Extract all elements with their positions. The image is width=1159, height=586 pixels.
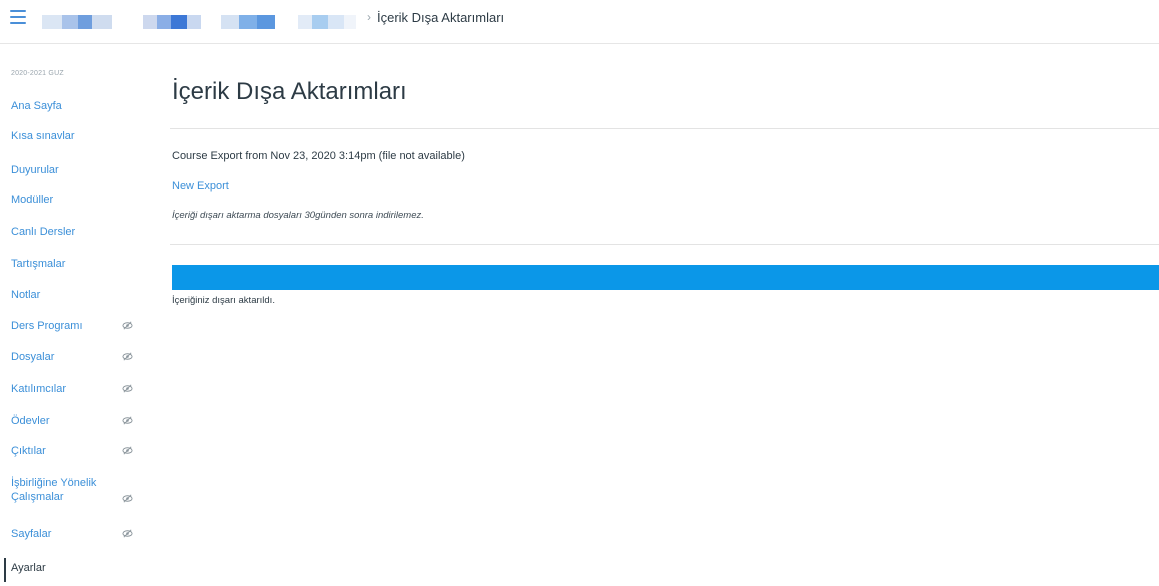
sidebar-item[interactable]: Katılımcılar [11, 382, 66, 396]
breadcrumb-course-link[interactable] [221, 15, 275, 29]
export-complete-message: İçeriğiniz dışarı aktarıldı. [172, 295, 275, 306]
sidebar-item[interactable]: Dosyalar [11, 350, 54, 364]
breadcrumb-current: İçerik Dışa Aktarımları [377, 10, 505, 25]
eye-slash-icon [122, 383, 133, 394]
divider [170, 128, 1159, 129]
active-indicator [4, 558, 6, 582]
top-bar: › İçerik Dışa Aktarımları [0, 0, 1159, 44]
sidebar-item[interactable]: Kısa sınavlar [11, 129, 75, 143]
term-label: 2020-2021 GUZ [11, 70, 64, 77]
export-entry: Course Export from Nov 23, 2020 3:14pm (… [172, 150, 465, 162]
sidebar-item[interactable]: Modüller [11, 193, 53, 207]
divider [170, 244, 1159, 245]
sidebar-item[interactable]: Sayfalar [11, 527, 51, 541]
eye-slash-icon [122, 493, 133, 504]
breadcrumb-course-link[interactable] [298, 15, 356, 29]
sidebar-item[interactable]: Ana Sayfa [11, 99, 62, 113]
eye-slash-icon [122, 445, 133, 456]
breadcrumb-course-link[interactable] [143, 15, 201, 29]
hamburger-menu-icon[interactable] [10, 10, 26, 24]
retention-note: İçeriği dışarı aktarma dosyaları 30günde… [172, 210, 424, 221]
course-navigation: 2020-2021 GUZ Ana Sayfa Kısa sınavlar Duyu… [0, 44, 150, 586]
new-export-link[interactable]: New Export [172, 180, 229, 192]
export-progress-fill [172, 265, 1159, 290]
sidebar-item[interactable]: Tartışmalar [11, 257, 65, 271]
sidebar-item[interactable]: Ders Programı [11, 319, 83, 333]
sidebar-item[interactable]: Canlı Dersler [11, 225, 75, 239]
sidebar-item[interactable]: Çıktılar [11, 444, 46, 458]
page-title: İçerik Dışa Aktarımları [172, 78, 407, 105]
sidebar-item[interactable]: Ayarlar [11, 561, 46, 575]
sidebar-item[interactable]: İşbirliğine Yönelik Çalışmalar [11, 476, 131, 504]
breadcrumb-course-link[interactable] [42, 15, 112, 29]
export-progress-bar [172, 265, 1159, 290]
eye-slash-icon [122, 528, 133, 539]
sidebar-item[interactable]: Notlar [11, 288, 40, 302]
sidebar-item[interactable]: Ödevler [11, 414, 50, 428]
main-content: İçerik Dışa Aktarımları Course Export fr… [170, 44, 1159, 586]
eye-slash-icon [122, 351, 133, 362]
sidebar-item[interactable]: Duyurular [11, 163, 59, 177]
breadcrumb-separator: › [367, 10, 371, 24]
eye-slash-icon [122, 320, 133, 331]
eye-slash-icon [122, 415, 133, 426]
